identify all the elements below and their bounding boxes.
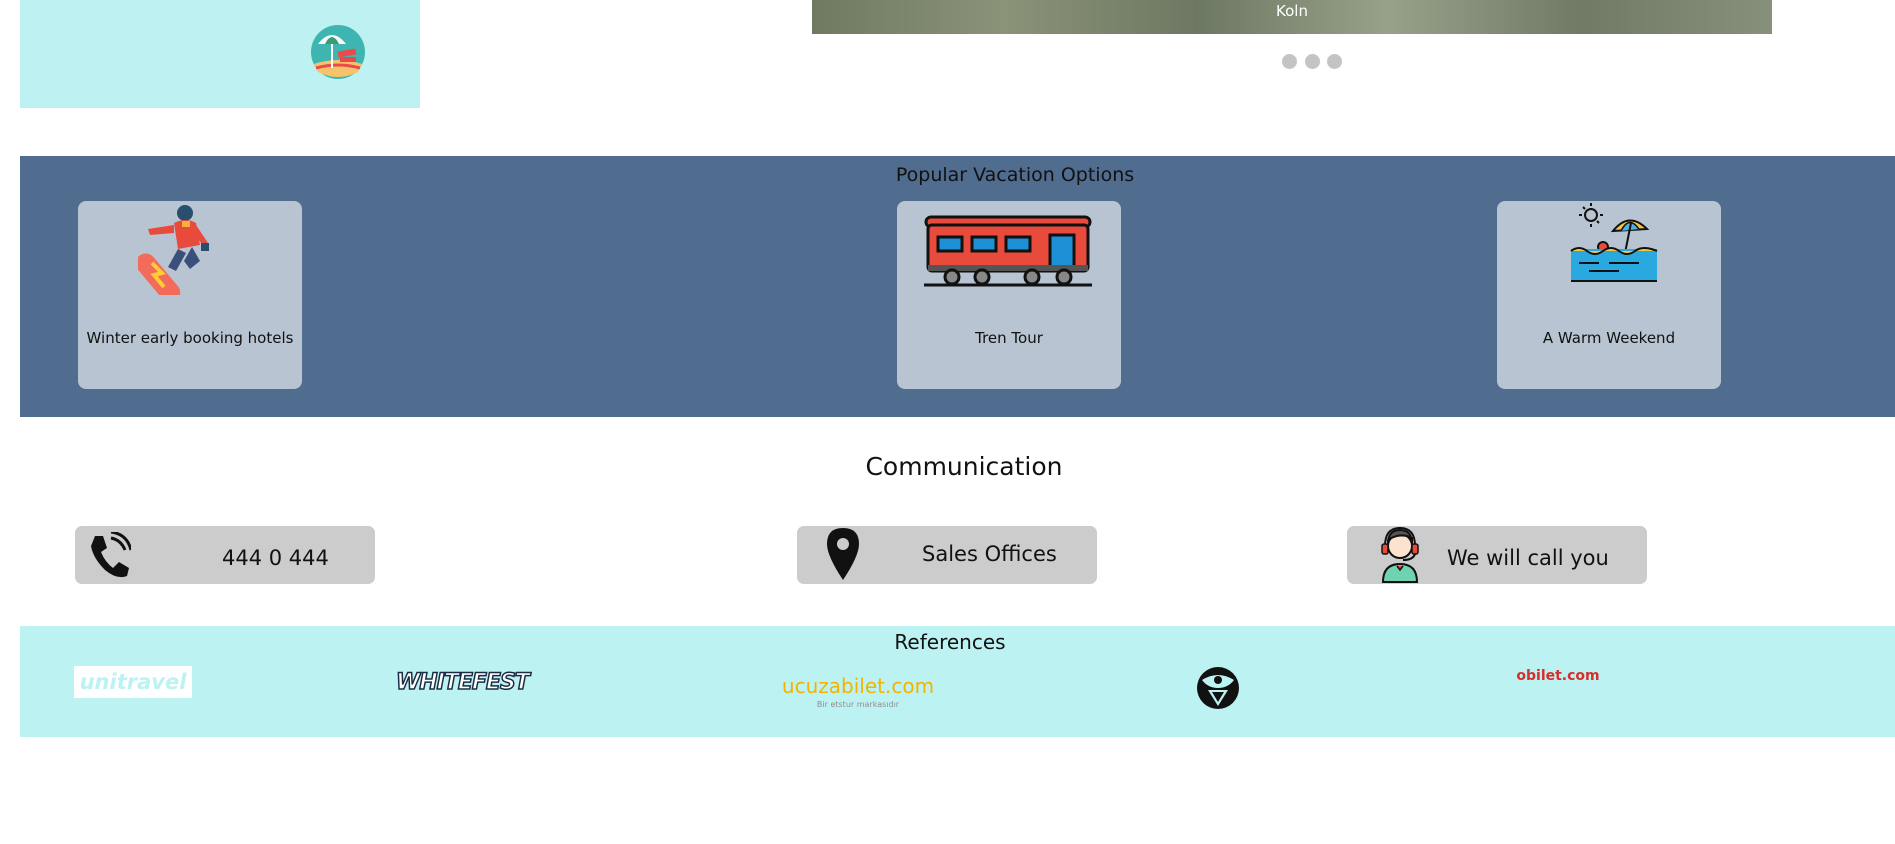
hero-slider-image[interactable]: Koln [812, 0, 1772, 34]
vacation-card-train[interactable]: Tren Tour [897, 201, 1121, 389]
support-agent-icon [1381, 526, 1419, 583]
snowboarder-icon [138, 205, 209, 295]
ucuzabilet-logo-text: ucuzabilet.com [781, 674, 935, 698]
sales-offices-button[interactable]: Sales Offices [797, 526, 1097, 584]
whitefest-logo-text: WHITEFEST [395, 669, 530, 696]
phone-icon [91, 532, 131, 578]
vacation-card-warm-weekend[interactable]: A Warm Weekend [1497, 201, 1721, 389]
callback-button[interactable]: We will call you [1347, 526, 1647, 584]
ucuzabilet-logo-subtext: Bir etstur markasıdır [816, 700, 900, 709]
callback-label: We will call you [1447, 546, 1609, 570]
unitravel-logo[interactable]: unitravel [74, 666, 192, 698]
slider-dot-2[interactable] [1305, 54, 1320, 69]
slider-dot-3[interactable] [1327, 54, 1342, 69]
slider-dot-1[interactable] [1282, 54, 1297, 69]
beach-icon [311, 25, 365, 79]
unitravel-logo-text: unitravel [79, 670, 187, 694]
vacation-card-label: Tren Tour [975, 329, 1043, 347]
train-icon [924, 215, 1092, 287]
section-title: Popular Vacation Options [895, 164, 1135, 186]
vacation-card-label: A Warm Weekend [1542, 329, 1676, 347]
communication-title: Communication [865, 452, 1063, 481]
phone-button[interactable]: 444 0 444 [75, 526, 375, 584]
sales-offices-label: Sales Offices [922, 542, 1057, 566]
tomorrowland-logo[interactable] [1194, 666, 1242, 710]
references-title: References [894, 630, 1006, 654]
popular-vacation-section: Popular Vacation Options Winter early bo… [20, 156, 1895, 417]
phone-number: 444 0 444 [222, 546, 329, 570]
location-pin-icon [827, 528, 859, 580]
vacation-card-winter[interactable]: Winter early booking hotels [78, 201, 302, 389]
references-section: References unitravel WHITEFEST ucuzabile… [20, 626, 1895, 737]
obilet-logo[interactable]: obilet.com [1488, 668, 1628, 688]
ucuzabilet-logo[interactable]: ucuzabilet.com Bir etstur markasıdır [760, 674, 956, 714]
beach-umbrella-icon [1570, 203, 1658, 282]
vacation-card-label: Winter early booking hotels [86, 329, 294, 347]
slide-caption: Koln [1276, 2, 1308, 20]
whitefest-logo[interactable]: WHITEFEST [395, 666, 530, 702]
obilet-logo-text: obilet.com [1516, 668, 1600, 684]
